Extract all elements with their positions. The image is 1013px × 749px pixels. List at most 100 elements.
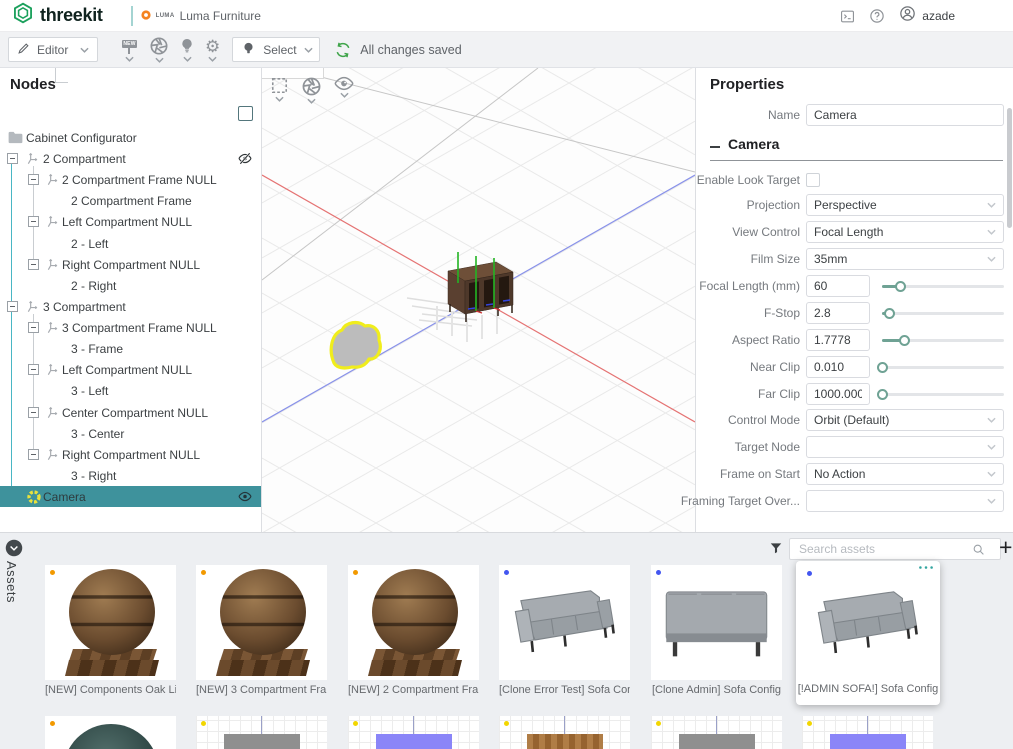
far-clip-input[interactable] <box>806 383 870 405</box>
org-switcher[interactable]: LUMA Luma Furniture <box>141 7 261 25</box>
near-clip-slider[interactable] <box>882 366 1004 369</box>
tree-node-camera[interactable]: Camera <box>0 486 262 507</box>
eye-icon[interactable] <box>238 491 252 502</box>
asset-thumbnail[interactable] <box>802 716 933 749</box>
framing-target-over-select[interactable] <box>806 490 1004 512</box>
brand[interactable]: threekit <box>0 2 103 29</box>
tree-node-2-compartment-frame[interactable]: 2 Compartment Frame <box>0 190 262 211</box>
add-node-button[interactable]: NEW <box>120 38 138 62</box>
assets-collapse-button[interactable] <box>5 539 23 557</box>
camera-section-header[interactable]: Camera <box>710 136 779 152</box>
add-asset-button[interactable]: + <box>999 534 1012 561</box>
aspect-ratio-input[interactable] <box>806 329 870 351</box>
asset-thumbnail[interactable] <box>45 565 176 680</box>
tree-node-label: 2 Compartment Frame <box>71 194 192 208</box>
tree-node-center-compartment-null[interactable]: Center Compartment NULL <box>0 402 262 423</box>
asset-thumbnail[interactable] <box>651 716 782 749</box>
user-menu[interactable]: azade <box>899 5 955 27</box>
editor-mode-dropdown[interactable]: Editor <box>8 37 98 62</box>
eye-off-icon[interactable] <box>238 152 252 165</box>
tree-node-3-compartment-frame-null[interactable]: 3 Compartment Frame NULL <box>0 317 262 338</box>
tree-node-3-left[interactable]: 3 - Left <box>0 380 262 401</box>
tree-node-cabinet-configurator[interactable]: Cabinet Configurator <box>0 127 262 148</box>
enable-look-target-checkbox[interactable] <box>806 173 820 187</box>
expander-icon[interactable] <box>28 449 39 460</box>
avatar-icon <box>899 5 916 27</box>
chevron-down-icon <box>125 56 134 62</box>
asset-label: [Clone Error Test] Sofa Config <box>499 684 630 696</box>
tree-node-right-compartment-null[interactable]: Right Compartment NULL <box>0 444 262 465</box>
target-node-select[interactable] <box>806 436 1004 458</box>
tree-node-2-left[interactable]: 2 - Left <box>0 233 262 254</box>
nodes-select-checkbox[interactable] <box>238 106 253 121</box>
tree-node-3-center[interactable]: 3 - Center <box>0 423 262 444</box>
tree-node-left-compartment-null[interactable]: Left Compartment NULL <box>0 211 262 232</box>
null-axis-icon <box>26 152 40 166</box>
visibility-button[interactable] <box>334 76 354 104</box>
aspect-ratio-slider[interactable] <box>882 339 1004 342</box>
asset-thumbnail[interactable] <box>499 716 630 749</box>
near-clip-input[interactable] <box>806 356 870 378</box>
projection-select[interactable]: Perspective <box>806 194 1004 216</box>
expander-icon[interactable] <box>28 364 39 375</box>
sync-icon <box>334 41 352 59</box>
asset-thumbnail[interactable] <box>196 565 327 680</box>
expander-icon[interactable] <box>28 259 39 270</box>
asset-thumbnail[interactable] <box>651 565 782 680</box>
film-size-select[interactable]: 35mm <box>806 248 1004 270</box>
expander-icon[interactable] <box>28 216 39 227</box>
control-mode-select[interactable]: Orbit (Default) <box>806 409 1004 431</box>
asset-card-selected[interactable]: [!ADMIN SOFA!] Sofa Config <box>796 561 940 705</box>
expander-icon[interactable] <box>28 174 39 185</box>
viewport-3d[interactable] <box>262 68 695 532</box>
search-input[interactable] <box>789 538 1001 560</box>
f-stop-input[interactable] <box>806 302 870 324</box>
chevron-down-icon <box>987 417 996 423</box>
tree-node-2-compartment[interactable]: 2 Compartment <box>0 148 262 169</box>
render-button[interactable] <box>149 36 169 63</box>
tree-node-3-compartment[interactable]: 3 Compartment <box>0 296 262 317</box>
render-camera-button[interactable] <box>301 76 322 104</box>
select-tool-dropdown[interactable]: Select <box>232 37 320 62</box>
properties-scrollbar[interactable] <box>1007 108 1012 228</box>
help-icon[interactable] <box>869 8 885 24</box>
f-stop-slider[interactable] <box>882 312 1004 315</box>
expander-icon[interactable] <box>28 322 39 333</box>
tree-node-2-right[interactable]: 2 - Right <box>0 275 262 296</box>
status-dot <box>807 571 812 576</box>
tree-node-left-compartment-null[interactable]: Left Compartment NULL <box>0 359 262 380</box>
settings-button[interactable]: ⚙ <box>205 38 220 62</box>
tree-node-label: 3 Compartment Frame NULL <box>62 321 217 335</box>
asset-thumbnail[interactable] <box>499 565 630 680</box>
focal-length-mm-input[interactable] <box>806 275 870 297</box>
filter-icon[interactable] <box>769 541 783 555</box>
expander-icon[interactable] <box>28 407 39 418</box>
asset-thumbnail[interactable] <box>802 566 933 676</box>
render-camera-icon <box>301 76 322 97</box>
view-control-select[interactable]: Focal Length <box>806 221 1004 243</box>
tree-node-3-right[interactable]: 3 - Right <box>0 465 262 486</box>
asset-thumbnail[interactable] <box>196 716 327 749</box>
frame-on-start-select[interactable]: No Action <box>806 463 1004 485</box>
expander-icon[interactable] <box>7 153 18 164</box>
lighting-button[interactable] <box>180 37 194 62</box>
assets-panel-title: Assets <box>4 561 19 603</box>
tree-node-2-compartment-frame-null[interactable]: 2 Compartment Frame NULL <box>0 169 262 190</box>
asset-thumbnail[interactable] <box>348 716 479 749</box>
field-control-mode: Control ModeOrbit (Default) <box>696 409 1013 431</box>
null-axis-icon <box>46 215 60 229</box>
status-dot <box>353 570 358 575</box>
tree-node-3-frame[interactable]: 3 - Frame <box>0 338 262 359</box>
asset-thumbnail[interactable] <box>348 565 479 680</box>
tree-node-right-compartment-null[interactable]: Right Compartment NULL <box>0 254 262 275</box>
expander-icon[interactable] <box>7 301 18 312</box>
asset-thumbnail[interactable] <box>45 716 176 749</box>
focal-length-mm-slider[interactable] <box>882 285 1004 288</box>
name-field-input[interactable] <box>806 104 1004 126</box>
card-menu-icon[interactable] <box>918 565 934 570</box>
marquee-select-button[interactable] <box>270 76 289 104</box>
far-clip-slider[interactable] <box>882 393 1004 396</box>
terminal-icon[interactable] <box>840 9 855 24</box>
field-projection: ProjectionPerspective <box>696 194 1013 216</box>
status-dot <box>50 721 55 726</box>
